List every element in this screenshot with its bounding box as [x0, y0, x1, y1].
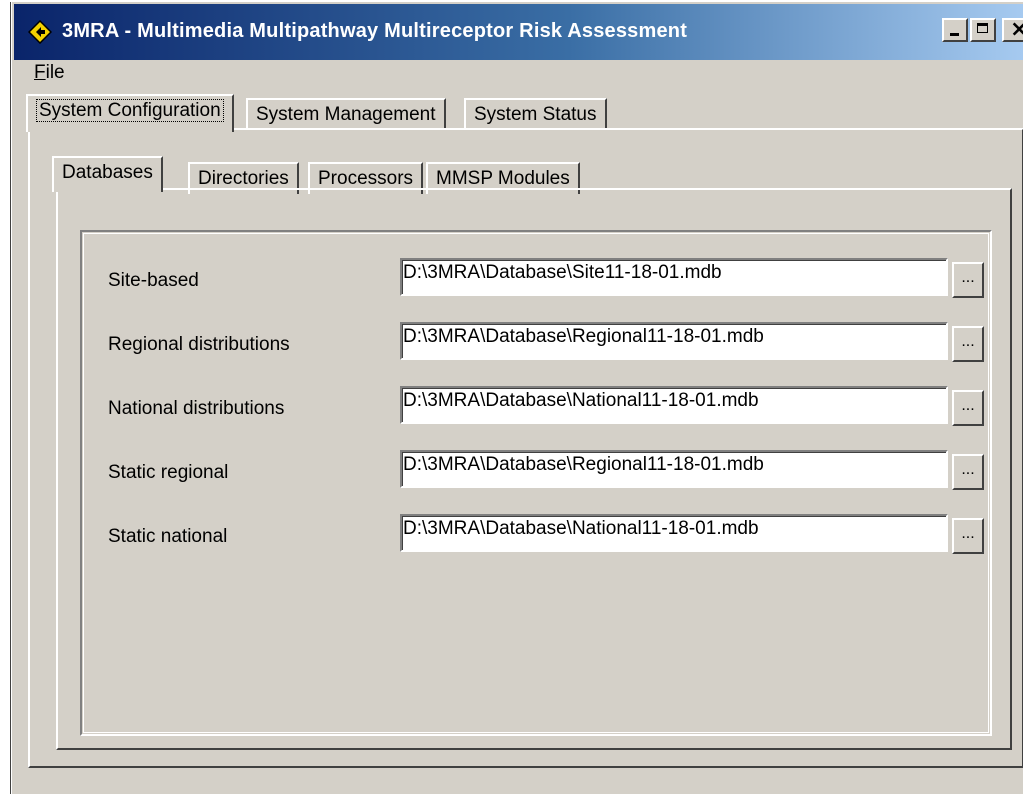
window-title: 3MRA - Multimedia Multipathway Multirece… — [62, 20, 688, 42]
regional-distributions-path-field[interactable]: D:\3MRA\Database\Regional11-18-01.mdb — [400, 322, 948, 360]
close-icon: × — [1010, 17, 1023, 42]
tab-label: System Configuration — [36, 99, 224, 122]
static-national-path-field[interactable]: D:\3MRA\Database\National11-18-01.mdb — [400, 514, 948, 552]
national-distributions-label: National distributions — [108, 398, 285, 419]
minimize-button[interactable] — [942, 18, 968, 42]
static-regional-browse-button[interactable]: ... — [952, 454, 984, 490]
menu-file[interactable]: File — [34, 62, 65, 84]
site-based-label: Site-based — [108, 270, 199, 291]
close-button[interactable]: × — [1002, 17, 1023, 42]
static-national-browse-button[interactable]: ... — [952, 518, 984, 554]
system-configuration-panel: Databases Directories Processors MMSP Mo… — [28, 128, 1023, 768]
tab-label: System Management — [256, 104, 436, 125]
diamond-app-icon — [28, 20, 52, 44]
static-regional-label: Static regional — [108, 462, 229, 483]
database-row-static-regional: Static regional D:\3MRA\Database\Regiona… — [82, 450, 990, 490]
static-regional-path-field[interactable]: D:\3MRA\Database\Regional11-18-01.mdb — [400, 450, 948, 488]
minimize-icon — [950, 33, 959, 36]
tab-label: Databases — [62, 162, 153, 183]
maximize-icon — [977, 23, 988, 33]
database-row-national-distributions: National distributions D:\3MRA\Database\… — [82, 386, 990, 426]
site-based-browse-button[interactable]: ... — [952, 262, 984, 298]
maximize-button[interactable] — [970, 18, 996, 42]
app-window: 3MRA - Multimedia Multipathway Multirece… — [10, 0, 1023, 794]
tab-label: Processors — [318, 168, 414, 189]
tab-system-configuration[interactable]: System Configuration — [26, 94, 234, 132]
static-national-label: Static national — [108, 526, 228, 547]
sub-tab-strip: Databases Directories Processors MMSP Mo… — [30, 130, 1022, 194]
tab-label: MMSP Modules — [436, 168, 570, 189]
tab-label: Directories — [198, 168, 289, 189]
tab-label: System Status — [474, 104, 597, 125]
main-tab-strip: System Configuration System Management S… — [12, 90, 1023, 132]
national-distributions-browse-button[interactable]: ... — [952, 390, 984, 426]
site-based-path-field[interactable]: D:\3MRA\Database\Site11-18-01.mdb — [400, 258, 948, 296]
tab-system-status[interactable]: System Status — [464, 98, 607, 130]
database-row-regional-distributions: Regional distributions D:\3MRA\Database\… — [82, 322, 990, 362]
regional-distributions-label: Regional distributions — [108, 334, 290, 355]
national-distributions-path-field[interactable]: D:\3MRA\Database\National11-18-01.mdb — [400, 386, 948, 424]
database-paths-group: Site-based D:\3MRA\Database\Site11-18-01… — [80, 230, 992, 736]
menu-bar: File — [14, 60, 1023, 88]
title-bar[interactable]: 3MRA - Multimedia Multipathway Multirece… — [14, 4, 1023, 60]
databases-panel: Site-based D:\3MRA\Database\Site11-18-01… — [56, 188, 1012, 750]
tab-databases[interactable]: Databases — [52, 156, 163, 192]
tab-system-management[interactable]: System Management — [246, 98, 446, 130]
database-row-static-national: Static national D:\3MRA\Database\Nationa… — [82, 514, 990, 554]
regional-distributions-browse-button[interactable]: ... — [952, 326, 984, 362]
database-row-site-based: Site-based D:\3MRA\Database\Site11-18-01… — [82, 258, 990, 298]
